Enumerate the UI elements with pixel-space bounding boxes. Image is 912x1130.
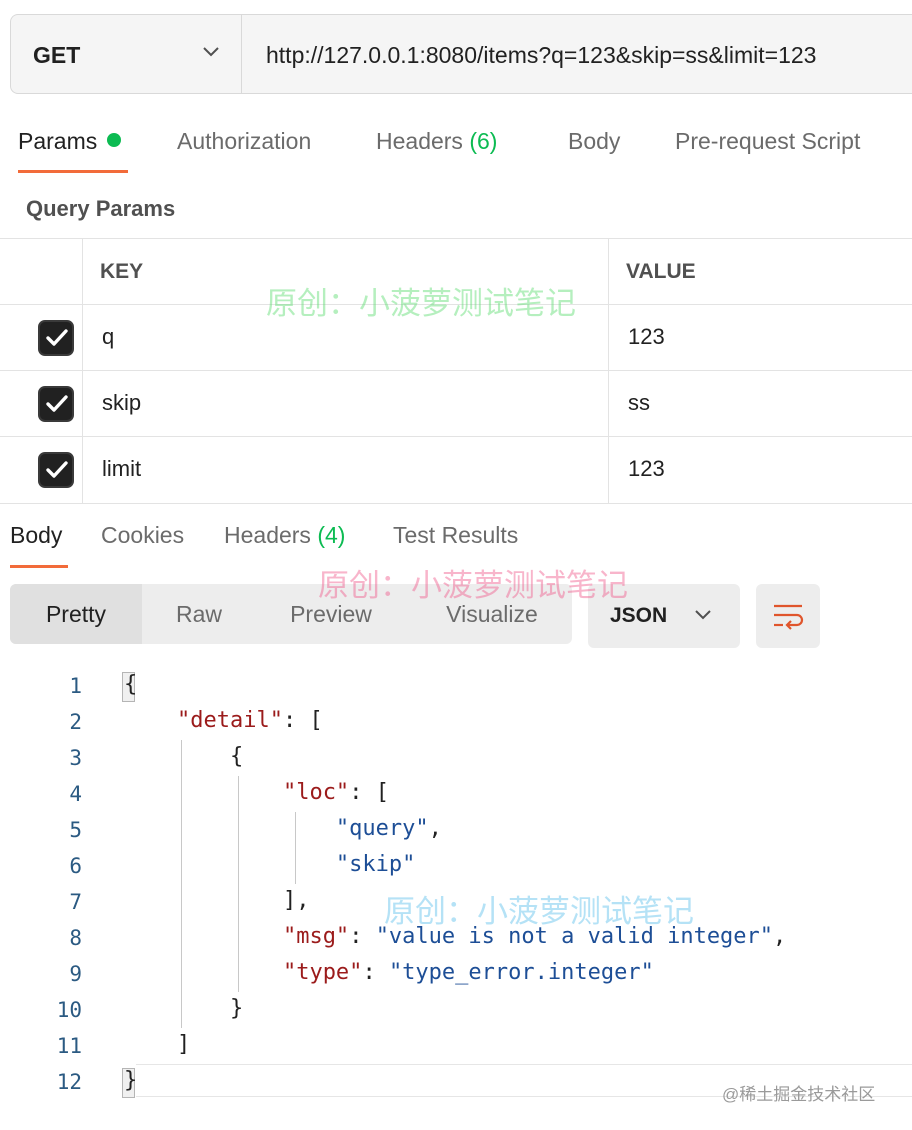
code-line: "query", <box>335 816 442 841</box>
url-text: http://127.0.0.1:8080/items?q=123&skip=s… <box>266 42 817 68</box>
request-bar: GET http://127.0.0.1:8080/items?q=123&sk… <box>10 14 912 94</box>
line-number: 4 <box>69 782 82 806</box>
param-key[interactable]: q <box>102 324 114 350</box>
line-number: 10 <box>56 998 82 1022</box>
code-line: "skip" <box>335 852 416 877</box>
response-tab-headers-count: (4) <box>317 522 346 548</box>
wrap-lines-button[interactable] <box>756 584 820 648</box>
view-visualize-button[interactable]: Visualize <box>428 584 556 644</box>
view-pretty-button[interactable]: Pretty <box>10 584 142 644</box>
table-divider <box>0 238 912 239</box>
param-checkbox[interactable] <box>38 452 74 488</box>
method-label: GET <box>33 42 81 68</box>
tab-authorization[interactable]: Authorization <box>177 128 311 155</box>
view-preview-button[interactable]: Preview <box>272 584 390 644</box>
param-value[interactable]: 123 <box>628 456 665 482</box>
query-params-title: Query Params <box>26 196 176 221</box>
format-label: JSON <box>610 604 668 627</box>
param-checkbox[interactable] <box>38 386 74 422</box>
checkmark-icon <box>46 329 68 346</box>
code-line: } <box>229 996 244 1021</box>
param-key[interactable]: skip <box>102 390 141 416</box>
table-divider <box>0 503 912 504</box>
chevron-down-icon <box>695 610 711 620</box>
line-number: 7 <box>69 890 82 914</box>
response-tab-cookies[interactable]: Cookies <box>101 522 184 549</box>
line-number: 6 <box>69 854 82 878</box>
param-key[interactable]: limit <box>102 456 141 482</box>
active-response-tab-indicator <box>10 565 68 568</box>
tab-pre-request-script[interactable]: Pre-request Script <box>675 128 860 155</box>
code-line: { <box>124 672 138 697</box>
chevron-down-icon <box>203 47 219 57</box>
url-input[interactable]: http://127.0.0.1:8080/items?q=123&skip=s… <box>241 15 912 93</box>
table-row: q 123 <box>0 304 912 370</box>
query-params-table: KEY VALUE q 123 skip ss limit 123 <box>0 238 912 504</box>
tab-body-label: Body <box>568 128 621 154</box>
tab-params-label: Params <box>18 128 98 154</box>
code-line: ], <box>282 888 310 913</box>
tab-headers-label: Headers <box>376 128 463 154</box>
tab-params[interactable]: Params <box>18 128 122 155</box>
response-tab-test-results-label: Test Results <box>393 522 519 548</box>
tab-authorization-label: Authorization <box>177 128 312 154</box>
column-header-value: VALUE <box>626 260 696 283</box>
tab-pre-request-script-label: Pre-request Script <box>675 128 861 154</box>
line-number: 1 <box>69 674 82 698</box>
code-line: "loc": [ <box>282 780 389 805</box>
response-tab-cookies-label: Cookies <box>101 522 185 548</box>
line-number: 3 <box>69 746 82 770</box>
response-body-viewer: 1 2 3 4 5 6 7 8 9 10 11 12 { "detail": [… <box>0 668 912 1108</box>
line-number: 2 <box>69 710 82 734</box>
line-number: 8 <box>69 926 82 950</box>
code-line: ] <box>176 1032 191 1057</box>
format-select[interactable]: JSON <box>588 584 740 648</box>
code-line: "msg": "value is not a valid integer", <box>282 924 787 949</box>
view-raw-button[interactable]: Raw <box>142 584 256 644</box>
response-tab-headers-label: Headers <box>224 522 311 548</box>
code-line: } <box>124 1068 138 1093</box>
view-mode-switcher: Pretty Raw Preview Visualize <box>10 584 572 644</box>
wrap-lines-icon <box>774 604 804 630</box>
table-row: skip ss <box>0 370 912 436</box>
response-tab-body[interactable]: Body <box>10 522 62 549</box>
table-row: limit 123 <box>0 436 912 502</box>
param-value[interactable]: 123 <box>628 324 665 350</box>
code-line: "type": "type_error.integer" <box>282 960 654 985</box>
corner-watermark: @稀土掘金技术社区 <box>722 1085 876 1104</box>
line-number: 9 <box>69 962 82 986</box>
response-tab-headers[interactable]: Headers (4) <box>224 522 345 549</box>
tab-headers[interactable]: Headers (6) <box>376 128 497 155</box>
line-number: 11 <box>56 1034 82 1058</box>
response-tab-body-label: Body <box>10 522 63 548</box>
params-active-dot <box>107 133 122 147</box>
tab-body[interactable]: Body <box>568 128 620 155</box>
code-line: "detail": [ <box>176 708 323 733</box>
line-number: 5 <box>69 818 82 842</box>
checkmark-icon <box>46 461 68 478</box>
line-number: 12 <box>56 1070 82 1094</box>
checkmark-icon <box>46 395 68 412</box>
active-tab-indicator <box>18 170 128 173</box>
tab-headers-count: (6) <box>469 128 498 154</box>
column-header-key: KEY <box>100 260 144 283</box>
method-select[interactable]: GET <box>11 15 241 93</box>
param-checkbox[interactable] <box>38 320 74 356</box>
code-line: { <box>229 744 244 769</box>
param-value[interactable]: ss <box>628 390 650 416</box>
response-tab-test-results[interactable]: Test Results <box>393 522 518 549</box>
